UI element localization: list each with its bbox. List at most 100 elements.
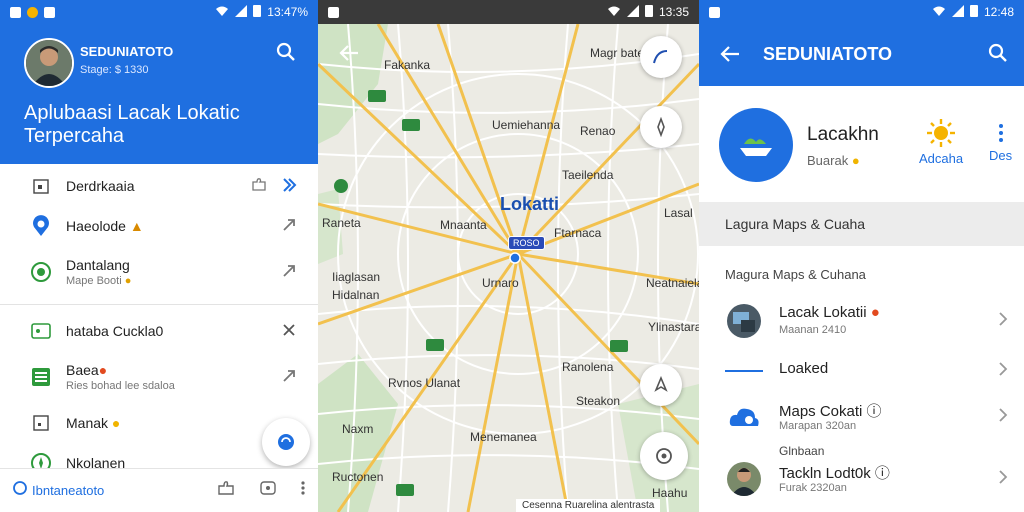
navigation-drawer-panel: 13:47% SEDUNIATOTO Stage: $ 1330 Aplubaa…	[0, 0, 318, 512]
arrow-icon[interactable]	[280, 262, 300, 282]
map-card-icon	[30, 320, 52, 342]
map-attribution: Cesenna Ruarelina alentrasta	[516, 499, 661, 512]
route-button[interactable]	[640, 36, 682, 78]
search-icon[interactable]	[276, 42, 296, 67]
puzzle-icon[interactable]	[216, 479, 236, 502]
action-label-1: Adcaha	[919, 151, 964, 166]
more-vert-icon[interactable]	[300, 480, 306, 501]
navigate-button[interactable]	[640, 364, 682, 406]
search-icon[interactable]	[988, 43, 1008, 68]
chevron-right-icon	[998, 470, 1008, 489]
info-icon: ⓘ	[866, 403, 882, 420]
avatar	[727, 462, 761, 496]
chevron-right-icon	[998, 362, 1008, 381]
drawer-item-3[interactable]: Dantalang Mape Booti ●	[0, 246, 318, 298]
circle-check-icon	[30, 261, 52, 283]
drawer-header: SEDUNIATOTO Stage: $ 1330 Aplubaasi Laca…	[0, 24, 318, 164]
battery-icon	[969, 4, 978, 20]
sun-icon	[919, 118, 963, 151]
map-center-pin[interactable]: ROSO	[508, 236, 545, 250]
notification-icon	[328, 6, 339, 18]
page-title: SEDUNIATOTO	[763, 44, 893, 64]
map-label: Hidalnan	[332, 288, 380, 302]
bottom-label[interactable]: Ibntaneatoto	[32, 483, 104, 498]
map-center-title: Lokatti	[500, 194, 560, 214]
drawer-item-label: Manak ●	[66, 415, 120, 431]
wifi-icon	[215, 5, 229, 20]
map-label: Haahu	[652, 486, 688, 500]
list-item-text: Maps Cokati	[779, 403, 863, 420]
map-label: Renao	[580, 124, 616, 138]
emoji-icon: ●	[851, 153, 860, 168]
arrow-icon[interactable]	[280, 216, 300, 236]
map-label: Ftarnaca	[554, 226, 602, 240]
location-fab-button[interactable]	[262, 418, 310, 466]
signal-icon	[951, 4, 964, 20]
my-location-button[interactable]	[640, 432, 688, 480]
wifi-icon	[932, 5, 946, 20]
back-arrow-icon[interactable]	[719, 43, 741, 70]
divider-line	[725, 370, 763, 372]
drawer-item-label: Baea●	[66, 362, 175, 378]
notification-icon	[709, 6, 720, 18]
app-subtitle: Buarak ●	[807, 153, 860, 168]
puzzle-icon[interactable]	[250, 176, 270, 196]
map-label: Uemiehanna	[492, 118, 561, 132]
map-label: Ranolena	[562, 360, 614, 374]
close-icon[interactable]	[280, 321, 300, 341]
app-logo-icon	[719, 108, 793, 182]
settings-icon[interactable]	[258, 479, 278, 502]
section-header: Lagura Maps & Cuaha	[699, 202, 1024, 246]
list-item[interactable]: Maps Cokati ⓘ Marapan 320an	[699, 392, 1024, 440]
list-item[interactable]: Lacak Lokatii ● Maanan 2410	[699, 296, 1024, 344]
drawer-item-text: Manak	[66, 415, 109, 431]
map-label: Urnaro	[482, 276, 519, 290]
map-label: Menemanea	[470, 430, 537, 444]
map-label: Mnaanta	[440, 218, 487, 232]
back-arrow-icon[interactable]	[338, 42, 360, 69]
drawer-item-2[interactable]: Haeolode ▲	[0, 206, 318, 246]
action-button-2[interactable]: Des	[989, 118, 1012, 163]
compass-button[interactable]	[640, 106, 682, 148]
status-bar: 13:47%	[0, 0, 318, 24]
chevron-right-icon	[998, 408, 1008, 427]
drawer-item-1[interactable]: Derdrkaaia	[0, 166, 318, 206]
signal-icon	[235, 4, 248, 20]
cloud-icon	[727, 400, 761, 434]
list-item-sub: Furak 2320an	[779, 482, 847, 494]
action-button-1[interactable]: Adcaha	[919, 118, 963, 166]
chevron-right-icon[interactable]	[280, 176, 300, 196]
list-icon	[30, 366, 52, 388]
map-label: Neatnaiela	[646, 276, 699, 290]
user-subtitle: Stage: $ 1330	[80, 64, 149, 76]
action-label-2: Des	[989, 148, 1013, 163]
emoji-icon: ●	[111, 415, 121, 431]
chevron-right-icon	[998, 312, 1008, 331]
avatar[interactable]	[24, 38, 74, 88]
message-icon	[44, 6, 55, 18]
list-item-sub: Marapan 320an	[779, 420, 857, 432]
drawer-item-text: Baea	[66, 362, 99, 378]
status-time: 12:48	[983, 5, 1014, 19]
calendar-icon	[30, 175, 52, 197]
map-label: Ructonen	[332, 470, 384, 484]
list-item-label: Lacak Lokatii ●	[779, 304, 880, 321]
drawer-item-4[interactable]: hataba Cuckla0	[0, 311, 318, 351]
drawer-item-subtext: Mape Booti	[66, 275, 122, 287]
divider	[0, 304, 318, 305]
bottom-bar: Ibntaneatoto	[0, 468, 318, 512]
list-item-sub: Maanan 2410	[779, 324, 847, 336]
emoji-icon: ●	[124, 275, 132, 287]
drawer-item-label: Haeolode ▲	[66, 218, 144, 234]
status-time: 13:35	[658, 5, 689, 19]
app-subtitle-text: Buarak	[807, 153, 849, 168]
list-item-label: Maps Cokati ⓘ	[779, 400, 882, 421]
arrow-icon[interactable]	[280, 367, 300, 387]
coin-icon	[27, 6, 38, 18]
list-item-label: Loaked	[779, 360, 829, 377]
map-label: Raneta	[322, 216, 361, 230]
drawer-item-5[interactable]: Baea● Ries bohad lee sdaloa	[0, 351, 318, 403]
drawer-item-sub: Mape Booti ●	[66, 275, 131, 287]
avatar	[727, 304, 761, 338]
list-item[interactable]: Tackln Lodt0k ⓘ Furak 2320an	[699, 454, 1024, 502]
